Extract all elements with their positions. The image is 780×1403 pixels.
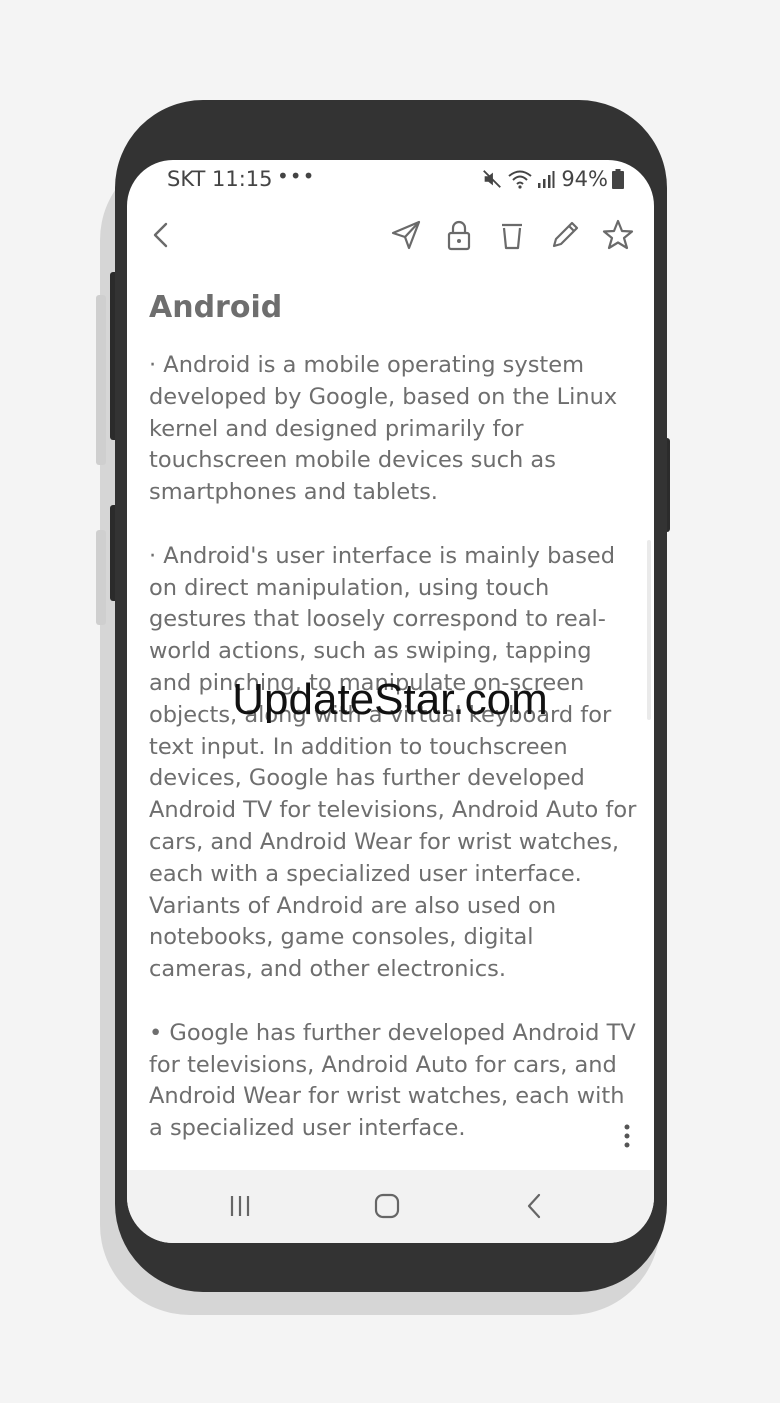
mute-icon xyxy=(483,170,502,188)
more-options-icon[interactable] xyxy=(617,1122,637,1152)
battery-icon xyxy=(612,169,624,189)
signal-icon xyxy=(538,171,555,188)
note-paragraph: • Google has further developed Android T… xyxy=(149,1019,636,1142)
watermark-text: UpdateStar.com xyxy=(232,675,548,724)
delete-icon[interactable] xyxy=(495,218,529,252)
note-title[interactable]: Android xyxy=(149,290,282,325)
notification-dots: ••• xyxy=(277,164,316,188)
navigation-bar xyxy=(127,1170,654,1243)
back-nav-icon[interactable] xyxy=(517,1188,553,1224)
side-shadow-lower xyxy=(96,530,106,625)
note-paragraph: · Android's user interface is mainly bas… xyxy=(149,542,637,983)
carrier-time: SKT 11:15 xyxy=(167,167,273,191)
recent-apps-icon[interactable] xyxy=(222,1188,258,1224)
share-icon[interactable] xyxy=(389,218,423,252)
battery-percentage: 94% xyxy=(561,167,608,191)
status-bar: SKT 11:15 ••• 94% xyxy=(127,160,654,200)
side-shadow-upper xyxy=(96,295,106,465)
note-paragraph: · Android is a mobile operating system d… xyxy=(149,352,618,506)
back-icon[interactable] xyxy=(145,218,179,252)
favorite-icon[interactable] xyxy=(601,218,635,252)
wifi-icon xyxy=(508,170,532,189)
status-icons: 94% xyxy=(481,167,624,191)
note-toolbar xyxy=(127,210,654,260)
edit-icon[interactable] xyxy=(548,218,582,252)
note-body[interactable]: · Android is a mobile operating system d… xyxy=(149,350,639,1177)
lock-icon[interactable] xyxy=(442,218,476,252)
home-icon[interactable] xyxy=(369,1188,405,1224)
